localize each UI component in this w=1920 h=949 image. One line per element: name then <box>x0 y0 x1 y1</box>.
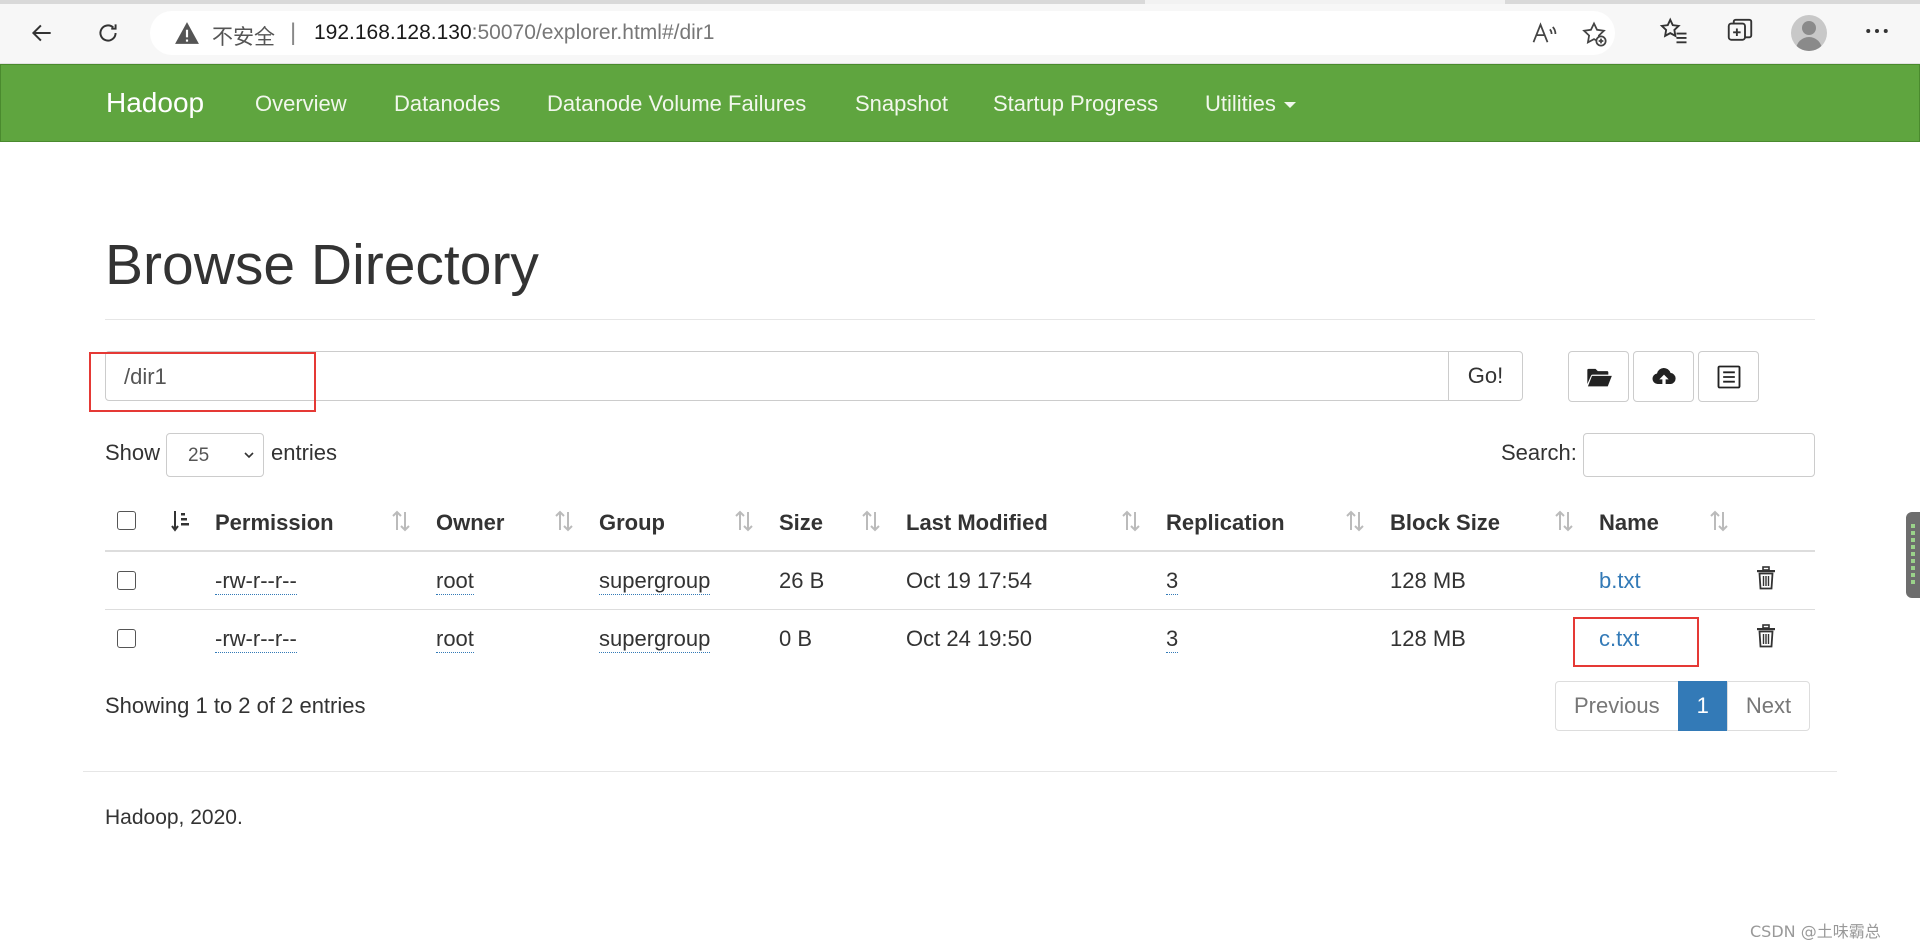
cell-block-size: 128 MB <box>1390 568 1466 593</box>
list-icon <box>1717 365 1740 388</box>
select-all-checkbox[interactable] <box>117 511 136 530</box>
nav-datanode-volume-failures[interactable]: Datanode Volume Failures <box>547 91 806 117</box>
pagination-info: Showing 1 to 2 of 2 entries <box>105 693 366 718</box>
url-text[interactable]: 192.168.128.130:50070/explorer.html#/dir… <box>314 21 714 45</box>
refresh-icon[interactable] <box>89 14 127 52</box>
caret-down-icon <box>1283 102 1296 109</box>
sort-icon[interactable] <box>1120 508 1142 534</box>
nav-utilities-label: Utilities <box>1205 91 1276 116</box>
title-divider <box>105 319 1815 320</box>
search-input[interactable] <box>1583 433 1815 477</box>
footer-divider <box>83 771 1837 772</box>
cell-permission[interactable]: -rw-r--r-- <box>215 568 297 595</box>
sort-icon[interactable] <box>860 508 882 534</box>
header-size[interactable]: Size <box>779 510 823 536</box>
warning-icon[interactable] <box>174 21 200 45</box>
brand-link[interactable]: Hadoop <box>106 87 204 119</box>
nav-startup-progress[interactable]: Startup Progress <box>993 91 1158 117</box>
chevron-down-icon <box>244 452 254 459</box>
cell-size: 0 B <box>779 626 813 651</box>
trash-icon[interactable] <box>1756 624 1776 648</box>
header-group[interactable]: Group <box>599 510 665 536</box>
address-bar[interactable]: 不安全 | 192.168.128.130:50070/explorer.htm… <box>150 11 1615 55</box>
add-favorite-icon[interactable] <box>1580 20 1608 48</box>
page-1-button[interactable]: 1 <box>1677 681 1728 731</box>
row-divider <box>105 609 1815 610</box>
page-title: Browse Directory <box>105 233 539 297</box>
row-checkbox[interactable] <box>117 629 136 648</box>
side-scroll-handle[interactable] <box>1906 512 1920 598</box>
header-owner[interactable]: Owner <box>436 510 504 536</box>
folder-open-icon <box>1586 368 1612 386</box>
sort-icon[interactable] <box>553 508 575 534</box>
cell-owner[interactable]: root <box>436 568 474 595</box>
header-replication[interactable]: Replication <box>1166 510 1285 536</box>
tab-strip <box>0 0 1920 4</box>
address-separator: | <box>290 19 297 46</box>
entries-select-value: 25 <box>188 445 210 466</box>
sort-icon[interactable] <box>1553 508 1575 534</box>
cut-paste-button[interactable] <box>1698 351 1759 402</box>
nav-datanodes[interactable]: Datanodes <box>394 91 500 117</box>
hadoop-navbar: Hadoop Overview Datanodes Datanode Volum… <box>0 64 1920 142</box>
nav-snapshot[interactable]: Snapshot <box>855 91 948 117</box>
pagination: Previous 1 Next <box>1555 681 1811 731</box>
watermark: CSDN @土味霸总 <box>1750 922 1881 941</box>
favorites-icon[interactable] <box>1659 16 1689 46</box>
trash-icon[interactable] <box>1756 566 1776 590</box>
row-checkbox[interactable] <box>117 571 136 590</box>
name-highlight-box <box>1573 617 1699 667</box>
upload-files-button[interactable] <box>1633 351 1694 402</box>
entries-per-page-select[interactable]: 25 <box>166 433 264 477</box>
footer-text: Hadoop, 2020. <box>105 806 243 829</box>
next-button[interactable]: Next <box>1726 681 1811 731</box>
table-header-divider <box>105 550 1815 552</box>
cell-block-size: 128 MB <box>1390 626 1466 651</box>
insecure-label[interactable]: 不安全 <box>212 21 275 51</box>
sort-icon[interactable] <box>1344 508 1366 534</box>
search-label: Search: <box>1501 440 1577 465</box>
header-permission[interactable]: Permission <box>215 510 334 536</box>
previous-button[interactable]: Previous <box>1555 681 1679 731</box>
cell-owner[interactable]: root <box>436 626 474 653</box>
file-link[interactable]: b.txt <box>1599 568 1641 594</box>
entries-label: entries <box>271 440 338 465</box>
path-highlight-box <box>89 352 316 412</box>
profile-avatar[interactable] <box>1791 15 1827 51</box>
sort-icon[interactable] <box>390 508 412 534</box>
nav-overview[interactable]: Overview <box>255 91 347 117</box>
cell-last-modified: Oct 24 19:50 <box>906 626 1032 651</box>
url-host: 192.168.128.130 <box>314 21 472 44</box>
cell-last-modified: Oct 19 17:54 <box>906 568 1032 593</box>
header-name[interactable]: Name <box>1599 510 1659 536</box>
cell-group[interactable]: supergroup <box>599 626 711 653</box>
cell-group[interactable]: supergroup <box>599 568 711 595</box>
cell-replication[interactable]: 3 <box>1166 568 1179 595</box>
sort-active-icon[interactable] <box>170 508 192 534</box>
sort-icon[interactable] <box>1708 508 1730 534</box>
more-menu-icon[interactable] <box>1862 16 1892 46</box>
create-directory-button[interactable] <box>1568 351 1629 402</box>
browser-toolbar: 不安全 | 192.168.128.130:50070/explorer.htm… <box>0 0 1920 64</box>
sort-icon[interactable] <box>733 508 755 534</box>
nav-utilities-dropdown[interactable]: Utilities <box>1205 91 1296 117</box>
cell-size: 26 B <box>779 568 825 593</box>
back-icon[interactable] <box>23 14 61 52</box>
read-aloud-icon[interactable] <box>1530 20 1558 48</box>
cell-replication[interactable]: 3 <box>1166 626 1179 653</box>
header-last-modified[interactable]: Last Modified <box>906 510 1048 536</box>
collections-icon[interactable] <box>1725 16 1755 46</box>
cloud-upload-icon <box>1652 367 1676 385</box>
show-label: Show <box>105 440 161 465</box>
header-block-size[interactable]: Block Size <box>1390 510 1500 536</box>
go-button[interactable]: Go! <box>1448 351 1523 401</box>
cell-permission[interactable]: -rw-r--r-- <box>215 626 297 653</box>
url-path: :50070/explorer.html#/dir1 <box>471 21 715 44</box>
